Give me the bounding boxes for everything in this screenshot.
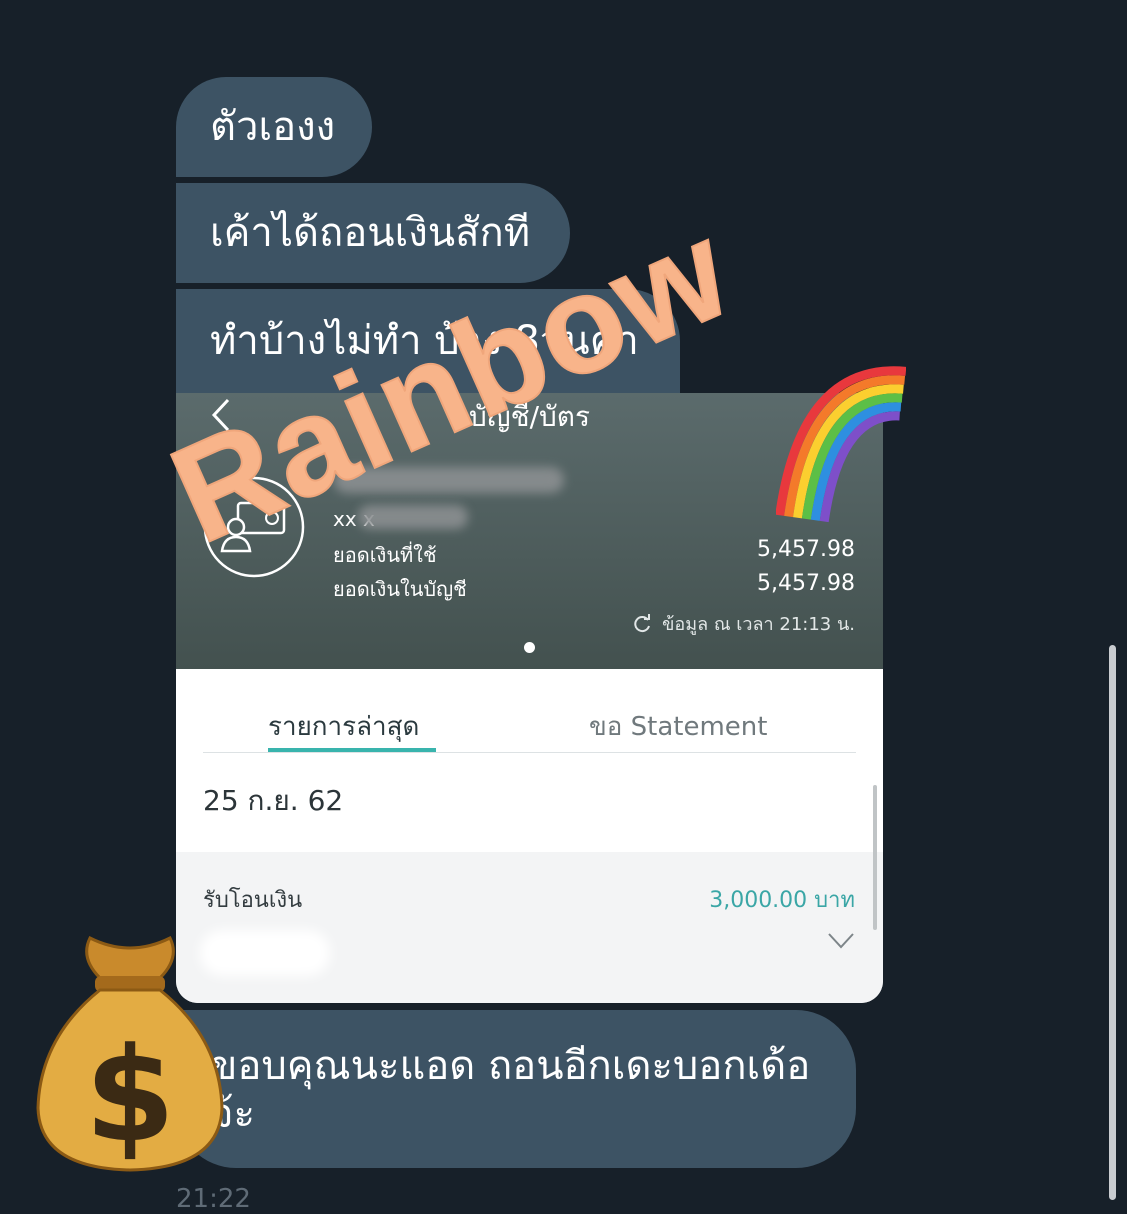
refresh-icon [634,614,651,633]
last-updated: ข้อมูล ณ เวลา 21:13 น. [632,609,855,638]
page-indicator-dot [524,642,535,653]
last-updated-text: ข้อมูล ณ เวลา 21:13 น. [662,614,855,635]
transaction-type: รับโอนเงิน [203,888,303,913]
redacted-account-number [358,505,468,529]
message-text: ตัวเองง [210,104,336,150]
chat-bubble: ตัวเองง [176,77,372,177]
tab-request-statement: ขอ Statement [589,712,768,742]
available-balance-label: ยอดเงินที่ใช้ [333,543,437,567]
chat-bubble: ขอบคุณนะแอด ถอนอีกเดะบอกเด้อจ้ะ [176,1010,856,1168]
message-text: ขอบคุณนะแอด ถอนอีกเดะบอกเด้อจ้ะ [210,1043,811,1137]
account-balance-label: ยอดเงินในบัญชี [333,577,467,601]
chat-scrollbar[interactable] [1109,645,1116,1200]
message-text: เค้าได้ถอนเงินสักที [210,210,531,256]
transaction-date: 25 ก.ย. 62 [203,784,344,817]
message-timestamp: 21:22 [176,1184,251,1214]
available-balance-amount: 5,457.98 [757,537,855,562]
tab-divider [203,752,856,753]
chevron-down-icon [828,933,854,949]
transaction-amount: 3,000.00 บาท [709,888,855,913]
account-balance-amount: 5,457.98 [757,571,855,596]
rainbow-emoji-icon [776,366,906,523]
inner-scrollbar [873,785,877,930]
tab-recent-transactions: รายการล่าสุด [268,712,420,742]
money-bag-emoji-icon: $ [36,935,224,1172]
svg-text:$: $ [85,1019,175,1171]
transaction-row: รับโอนเงิน 3,000.00 บาท [176,852,883,1003]
